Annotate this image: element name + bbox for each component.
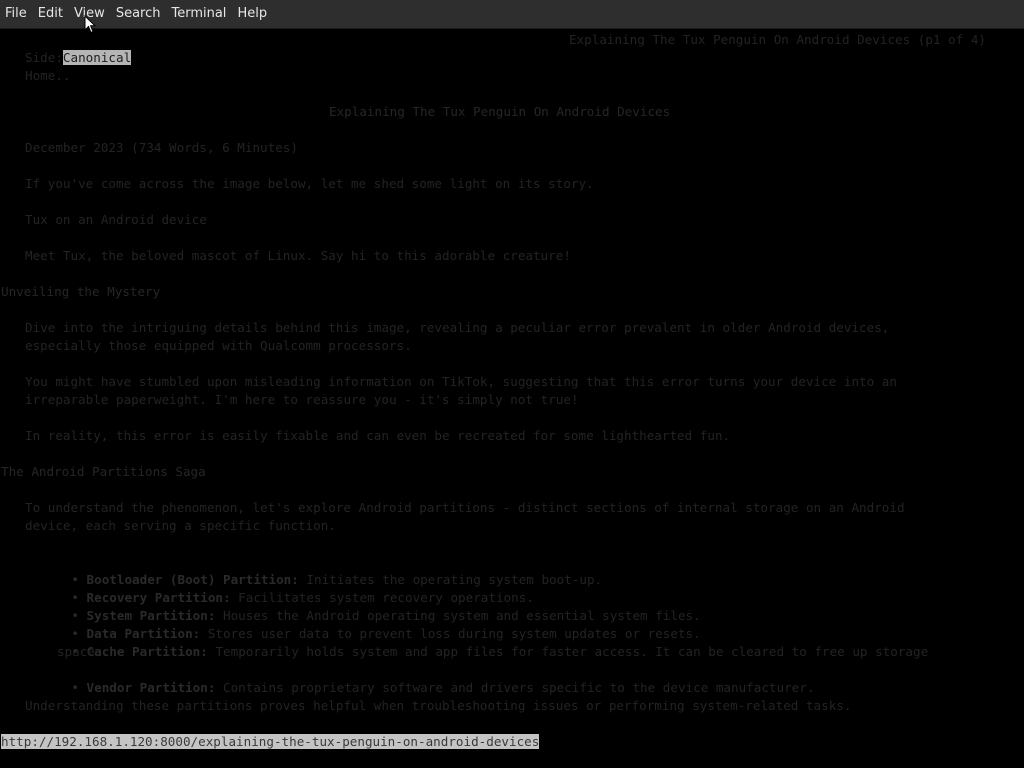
list-item-label: Vendor Partition: — [86, 680, 216, 695]
side-label: Side: — [25, 50, 63, 65]
list-item-continuation: space. — [57, 644, 103, 659]
paragraph-line: Dive into the intriguing details behind … — [25, 320, 890, 335]
terminal-viewport[interactable]: Explaining The Tux Penguin On Android De… — [0, 29, 1024, 768]
side-selected-link[interactable]: Canonical — [62, 50, 132, 65]
menu-bar: File Edit View Search Terminal Help — [0, 0, 1024, 29]
home-link[interactable]: Home.. — [25, 67, 71, 85]
status-url[interactable]: http://192.168.1.120:8000/explaining-the… — [1, 734, 540, 749]
list-item-text: Temporarily holds system and app files f… — [207, 644, 929, 659]
intro-paragraph: If you've come across the image below, l… — [25, 176, 594, 191]
side-selector: Side:Canonical — [25, 49, 132, 67]
bullet-icon: • — [71, 680, 79, 695]
paragraph-line: device, each serving a specific function… — [25, 518, 336, 533]
menu-file[interactable]: File — [0, 0, 33, 28]
list-item-text: Contains proprietary software and driver… — [215, 680, 815, 695]
section-heading-mystery: Unveiling the Mystery — [1, 284, 161, 299]
paragraph-line: especially those equipped with Qualcomm … — [25, 338, 412, 353]
list-item-label: Cache Partition: — [86, 644, 208, 659]
menu-search[interactable]: Search — [111, 0, 167, 28]
paragraph-line: To understand the phenomenon, let's expl… — [25, 500, 905, 515]
list-item: • Cache Partition: Temporarily holds sys… — [41, 625, 928, 659]
article-meta: December 2023 (734 Words, 6 Minutes) — [25, 140, 298, 155]
menu-help[interactable]: Help — [232, 0, 273, 28]
section-heading-partitions: The Android Partitions Saga — [1, 464, 206, 479]
paragraph-line: In reality, this error is easily fixable… — [25, 428, 731, 443]
list-item: • Recovery Partition: Facilitates system… — [41, 571, 534, 605]
paragraph-line: You might have stumbled upon misleading … — [25, 374, 897, 389]
list-item: • Bootloader (Boot) Partition: Initiates… — [41, 553, 602, 587]
status-line: http://192.168.1.120:8000/explaining-the… — [1, 733, 540, 751]
page-position-indicator: Explaining The Tux Penguin On Android De… — [569, 32, 987, 47]
meet-paragraph: Meet Tux, the beloved mascot of Linux. S… — [25, 248, 571, 263]
menu-edit[interactable]: Edit — [33, 0, 69, 28]
closing-paragraph: Understanding these partitions proves he… — [25, 698, 852, 713]
list-item: • System Partition: Houses the Android o… — [41, 589, 700, 623]
image-alt-text[interactable]: Tux on an Android device — [25, 211, 207, 229]
paragraph-line: irreparable paperweight. I'm here to rea… — [25, 392, 579, 407]
page-title: Explaining The Tux Penguin On Android De… — [329, 104, 671, 119]
menu-terminal[interactable]: Terminal — [166, 0, 232, 28]
mouse-pointer-icon — [84, 15, 96, 34]
list-item: • Data Partition: Stores user data to pr… — [41, 607, 700, 641]
list-item: • Vendor Partition: Contains proprietary… — [41, 661, 814, 695]
